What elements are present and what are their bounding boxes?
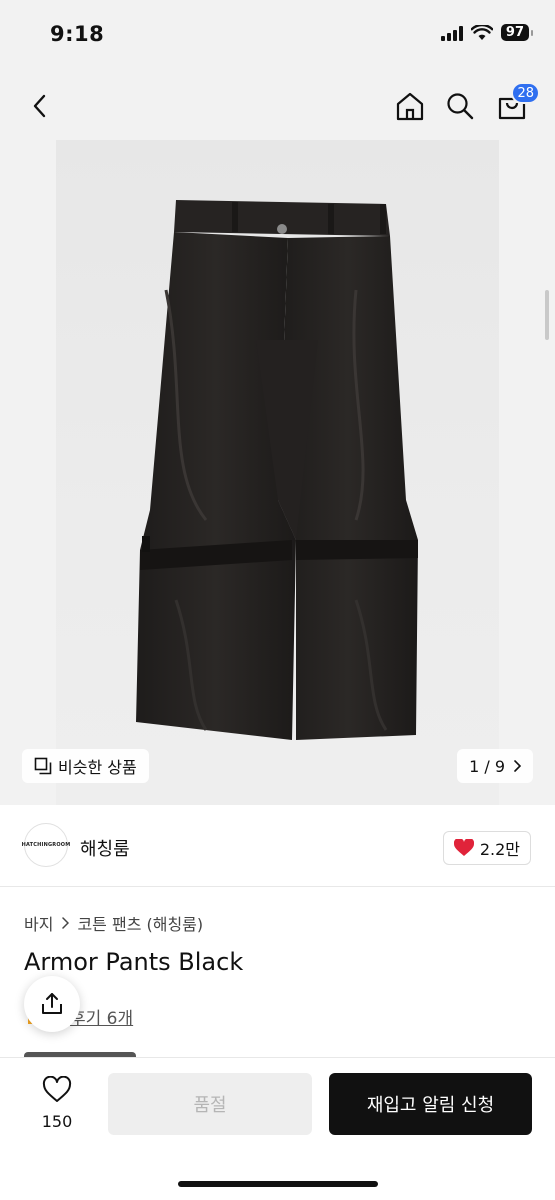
restock-alert-button[interactable]: 재입고 알림 신청 [329, 1073, 532, 1135]
share-icon [42, 993, 62, 1014]
similar-products-button[interactable]: 비슷한 상품 [22, 749, 149, 783]
copy-icon [34, 757, 52, 775]
back-button[interactable] [18, 84, 62, 128]
brand-logo[interactable]: HATCHINGROOM [21, 823, 71, 867]
share-button[interactable] [24, 976, 80, 1032]
product-title: Armor Pants Black [24, 948, 244, 976]
home-button[interactable] [388, 84, 432, 128]
product-photo [56, 140, 499, 805]
wifi-icon [470, 24, 493, 40]
cart-count-badge: 28 [511, 82, 540, 104]
breadcrumb-category[interactable]: 바지 [24, 911, 53, 935]
status-time: 9:18 [50, 22, 105, 46]
page-scroll-indicator [545, 290, 549, 340]
brand-name[interactable]: 해칭룸 [80, 835, 130, 861]
search-icon [447, 93, 474, 120]
search-button[interactable] [438, 84, 482, 128]
brand-logo-text: HATCHINGROOM [21, 842, 71, 848]
chevron-right-icon [514, 760, 521, 772]
pager-text: 1 / 9 [469, 756, 505, 776]
battery-indicator: 97 [500, 24, 534, 41]
wishlist-button[interactable]: 150 [30, 1075, 84, 1131]
bottom-action-bar: 150 품절 재입고 알림 신청 [0, 1057, 555, 1200]
heart-outline-icon [42, 1075, 72, 1102]
wishlist-count: 150 [41, 1112, 73, 1131]
chevron-left-icon [33, 94, 46, 118]
cart-button[interactable]: 28 [490, 82, 540, 128]
brand-row: HATCHINGROOM 해칭룸 2.2만 [0, 805, 555, 887]
breadcrumb-subcategory[interactable]: 코튼 팬츠 (해칭룸) [77, 911, 203, 935]
product-image-gallery[interactable]: 비슷한 상품 1 / 9 [0, 140, 555, 805]
soldout-button: 품절 [108, 1073, 312, 1135]
pants-image [136, 200, 418, 740]
cellular-signal-icon [440, 25, 463, 41]
status-bar: 9:18 97 [0, 0, 555, 70]
like-button[interactable]: 2.2만 [442, 831, 531, 865]
home-indicator [178, 1181, 378, 1187]
status-icons: 97 [440, 24, 534, 41]
home-icon [396, 92, 424, 121]
nav-bar: 28 [0, 70, 555, 140]
similar-products-label: 비슷한 상품 [58, 758, 137, 777]
like-count: 2.2만 [479, 840, 520, 859]
breadcrumb: 바지 코튼 팬츠 (해칭룸) [24, 911, 203, 935]
image-pager[interactable]: 1 / 9 [457, 749, 533, 783]
heart-filled-icon [453, 839, 474, 856]
chevron-right-icon [62, 917, 70, 929]
